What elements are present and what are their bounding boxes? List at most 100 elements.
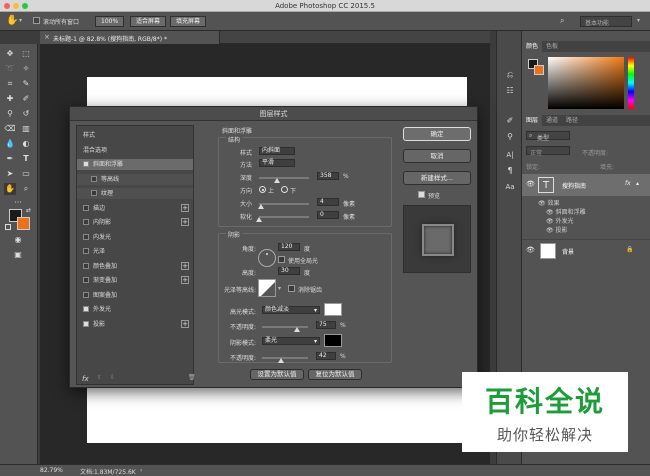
glyphs-panel-icon[interactable]: Aa <box>504 181 516 193</box>
hand-tool-icon[interactable]: ✋ <box>4 183 16 195</box>
swap-colors-icon[interactable]: ⇄ <box>26 207 31 214</box>
eye-icon[interactable]: 👁 <box>546 227 554 234</box>
more-tools-icon[interactable]: ··· <box>12 197 24 209</box>
fx-menu-icon[interactable]: fx <box>82 375 89 383</box>
character-panel-icon[interactable]: A| <box>504 149 516 161</box>
hand-tool-icon[interactable]: ✋ <box>6 15 18 26</box>
style-checkbox[interactable] <box>91 175 97 182</box>
magic-wand-tool-icon[interactable]: ✧ <box>20 63 32 75</box>
highlight-opacity-knob[interactable] <box>293 327 300 332</box>
style-checkbox[interactable] <box>83 291 89 298</box>
brush-tool-icon[interactable]: ✐ <box>20 93 32 105</box>
eyedropper-tool-icon[interactable]: ✎ <box>20 78 32 90</box>
chevron-up-icon[interactable]: ▴ <box>636 180 639 187</box>
fx-icon[interactable]: fx <box>625 180 631 187</box>
history-brush-tool-icon[interactable]: ↺ <box>20 108 32 120</box>
text-layer-name[interactable]: 搜狗指南 <box>562 181 586 190</box>
color-field[interactable] <box>548 57 624 109</box>
tab-layers[interactable]: 图层 <box>522 115 543 126</box>
style-checkbox[interactable] <box>83 233 89 240</box>
style-checkbox[interactable] <box>83 277 89 283</box>
zoom-level[interactable]: 82.79% <box>40 467 63 474</box>
style-list-item[interactable]: 混合选项 <box>77 145 193 156</box>
soften-slider[interactable] <box>259 216 309 218</box>
tab-swatches[interactable]: 色板 <box>542 41 562 52</box>
fill-screen-button[interactable]: 填充屏幕 <box>170 16 207 27</box>
shadow-opacity-knob[interactable] <box>278 358 285 363</box>
chevron-down-icon[interactable]: ▾ <box>637 17 640 24</box>
shadow-opacity-slider[interactable] <box>262 357 308 359</box>
scroll-all-windows-checkbox[interactable] <box>33 17 40 24</box>
chevron-right-icon[interactable]: › <box>140 467 142 474</box>
ok-button[interactable]: 确定 <box>403 127 471 141</box>
screen-mode-icon[interactable]: ▣ <box>12 249 24 261</box>
move-down-icon[interactable]: ⇩ <box>110 374 115 381</box>
background-color-swatch[interactable] <box>534 65 544 75</box>
altitude-input[interactable]: 30 <box>278 267 300 275</box>
style-list-item[interactable]: 内发光 <box>77 232 193 243</box>
add-effect-icon[interactable]: + <box>181 218 189 226</box>
style-list-item[interactable]: 等高线 <box>77 173 193 185</box>
chevron-down-icon[interactable]: ▾ <box>278 285 281 292</box>
tab-color[interactable]: 颜色 <box>522 41 543 52</box>
hue-slider[interactable] <box>628 57 634 109</box>
style-checkbox[interactable] <box>83 204 89 211</box>
close-tab-icon[interactable]: × <box>44 33 50 41</box>
style-checkbox[interactable] <box>83 320 89 327</box>
healing-brush-tool-icon[interactable]: ✚ <box>4 93 16 105</box>
bevel-style-select[interactable]: 内斜面 <box>259 147 295 155</box>
angle-input[interactable]: 120 <box>278 243 300 251</box>
highlight-mode-select[interactable]: 颜色减淡 ▾ <box>262 306 320 314</box>
effect-row[interactable]: 👁 投影 <box>546 225 568 234</box>
highlight-opacity-slider[interactable] <box>262 326 308 328</box>
marquee-tool-icon[interactable]: ⬚ <box>20 48 32 60</box>
fit-screen-button[interactable]: 适合屏幕 <box>130 16 167 27</box>
style-checkbox[interactable] <box>83 262 89 269</box>
effects-row[interactable]: 👁 效果 <box>538 198 560 207</box>
blend-mode-select[interactable]: 正常 <box>526 146 570 157</box>
cancel-button[interactable]: 取消 <box>403 149 471 163</box>
style-list-item[interactable]: 投影 + <box>77 319 193 330</box>
zoom-100-button[interactable]: 100% <box>95 16 125 27</box>
lasso-tool-icon[interactable]: ➰ <box>4 63 16 75</box>
style-list-item[interactable]: 图案叠加 <box>77 290 193 301</box>
gradient-tool-icon[interactable]: ▥ <box>20 123 32 135</box>
antialias-checkbox[interactable] <box>288 285 295 292</box>
style-checkbox[interactable] <box>83 248 89 254</box>
style-list-item[interactable]: 光泽 <box>77 246 193 257</box>
background-layer-name[interactable]: 背景 <box>562 247 574 256</box>
eye-icon[interactable]: 👁 <box>546 209 554 216</box>
trash-icon[interactable]: 🗑 <box>188 374 196 381</box>
highlight-opacity-input[interactable]: 75 <box>316 321 336 329</box>
technique-select[interactable]: 平滑 <box>259 159 295 167</box>
style-list-item[interactable]: 内阴影 + <box>77 217 193 228</box>
shadow-opacity-input[interactable]: 42 <box>316 352 336 360</box>
gloss-contour-picker[interactable] <box>258 279 276 297</box>
clone-source-panel-icon[interactable]: ⚲ <box>504 131 516 143</box>
direction-up-radio[interactable] <box>259 186 266 193</box>
tab-paths[interactable]: 路径 <box>562 115 582 126</box>
add-effect-icon[interactable]: + <box>181 276 189 284</box>
depth-slider[interactable] <box>259 177 309 179</box>
clone-stamp-tool-icon[interactable]: ⚲ <box>4 108 16 120</box>
crop-tool-icon[interactable]: ⌗ <box>4 78 16 90</box>
add-effect-icon[interactable]: + <box>181 203 189 212</box>
quick-mask-icon[interactable]: ◉ <box>12 234 24 246</box>
style-list-item[interactable]: 纹理 <box>77 188 193 199</box>
highlight-color-swatch[interactable] <box>324 303 342 316</box>
style-checkbox[interactable] <box>83 219 89 225</box>
tab-channels[interactable]: 通道 <box>542 115 562 126</box>
eye-icon[interactable]: 👁 <box>526 180 535 188</box>
soften-input[interactable]: 0 <box>317 211 339 219</box>
angle-dial[interactable] <box>258 249 276 267</box>
chevron-down-icon[interactable]: ▾ <box>19 17 22 24</box>
shadow-color-swatch[interactable] <box>324 334 342 347</box>
style-checkbox[interactable] <box>83 161 89 167</box>
depth-slider-knob[interactable] <box>274 178 280 183</box>
size-input[interactable]: 4 <box>317 198 339 206</box>
add-effect-icon[interactable]: + <box>181 319 189 328</box>
eye-icon[interactable]: 👁 <box>546 218 554 225</box>
brush-panel-icon[interactable]: ✐ <box>504 115 516 127</box>
style-list-item[interactable]: 样式 <box>77 130 193 141</box>
style-list-item[interactable]: 外发光 <box>77 304 193 315</box>
